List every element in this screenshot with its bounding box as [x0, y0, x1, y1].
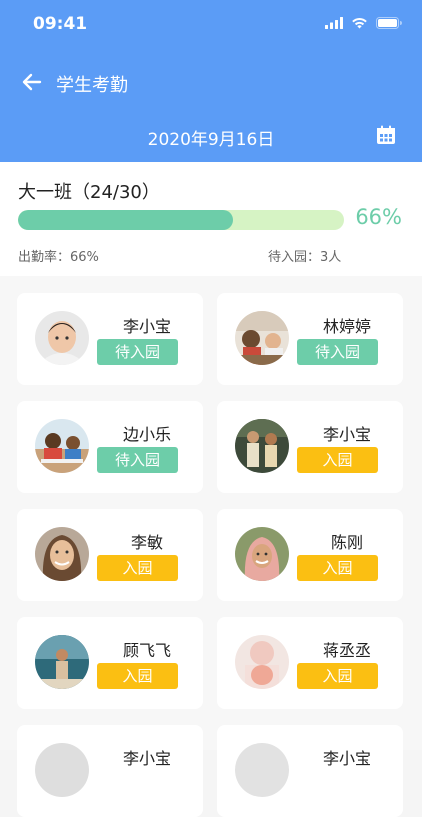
student-avatar	[235, 311, 289, 365]
attendance-status-button[interactable]: 入园	[97, 663, 178, 689]
student-grid: 李小宝 待入园 林婷婷 待入园 边小乐 待入园 李小宝 入园 李敏 入园 陈刚 …	[0, 276, 422, 817]
attendance-percent: 66%	[355, 205, 402, 229]
status-bar: 09:41	[0, 0, 422, 50]
attendance-status-button[interactable]: 待入园	[297, 339, 378, 365]
calendar-button[interactable]	[376, 125, 400, 149]
student-name: 边小乐	[122, 425, 171, 444]
class-summary: 大一班（24/30） 66% 出勤率：66% 待入园：3人	[0, 162, 422, 276]
arrow-left-icon	[22, 73, 42, 91]
student-avatar	[235, 743, 289, 797]
status-icons	[325, 17, 402, 29]
student-avatar	[35, 635, 89, 689]
selected-date[interactable]: 2020年9月16日	[0, 125, 422, 150]
nav-bar: 学生考勤	[0, 60, 422, 104]
attendance-status-button[interactable]: 入园	[297, 447, 378, 473]
signal-icon	[325, 17, 343, 29]
attendance-status-button[interactable]: 入园	[297, 663, 378, 689]
pending-count: 待入园：3人	[268, 250, 342, 265]
back-button[interactable]	[18, 68, 46, 96]
app-header: 09:41 学生考勤 2020年9月16日	[0, 0, 422, 162]
attendance-status-button[interactable]: 入园	[97, 555, 178, 581]
student-card[interactable]: 边小乐 待入园	[17, 401, 203, 493]
student-name: 林婷婷	[322, 317, 371, 336]
status-time: 09:41	[33, 14, 88, 34]
student-avatar	[235, 527, 289, 581]
calendar-icon	[377, 125, 395, 144]
student-name: 李敏	[130, 533, 163, 552]
student-name: 蒋丞丞	[322, 641, 371, 660]
student-card[interactable]: 李敏 入园	[17, 509, 203, 601]
page-title: 学生考勤	[56, 75, 128, 96]
student-name: 李小宝	[322, 425, 371, 444]
student-avatar	[235, 419, 289, 473]
student-card[interactable]: 李小宝 入园	[217, 401, 403, 493]
student-avatar	[35, 311, 89, 365]
student-name: 李小宝	[322, 749, 371, 768]
student-card[interactable]: 李小宝	[17, 725, 203, 817]
student-avatar	[35, 743, 89, 797]
student-card[interactable]: 蒋丞丞 入园	[217, 617, 403, 709]
student-name: 顾飞飞	[122, 641, 171, 660]
student-name: 李小宝	[122, 317, 171, 336]
class-name: 大一班（24/30）	[18, 182, 160, 203]
attendance-progress-fill	[18, 210, 234, 230]
attendance-status-button[interactable]: 入园	[297, 555, 378, 581]
attendance-status-button[interactable]: 待入园	[97, 339, 178, 365]
student-avatar	[35, 527, 89, 581]
student-name: 陈刚	[330, 533, 363, 552]
student-avatar	[35, 419, 89, 473]
battery-icon	[376, 17, 402, 29]
student-avatar	[235, 635, 289, 689]
student-card[interactable]: 李小宝 待入园	[17, 293, 203, 385]
student-card[interactable]: 陈刚 入园	[217, 509, 403, 601]
student-card[interactable]: 顾飞飞 入园	[17, 617, 203, 709]
wifi-icon	[352, 18, 367, 29]
attendance-status-button[interactable]: 待入园	[97, 447, 178, 473]
student-name: 李小宝	[122, 749, 171, 768]
attendance-rate: 出勤率：66%	[18, 250, 99, 265]
date-row: 2020年9月16日	[0, 118, 422, 158]
student-card[interactable]: 李小宝	[217, 725, 403, 817]
attendance-progress-bar	[18, 210, 344, 230]
student-card[interactable]: 林婷婷 待入园	[217, 293, 403, 385]
